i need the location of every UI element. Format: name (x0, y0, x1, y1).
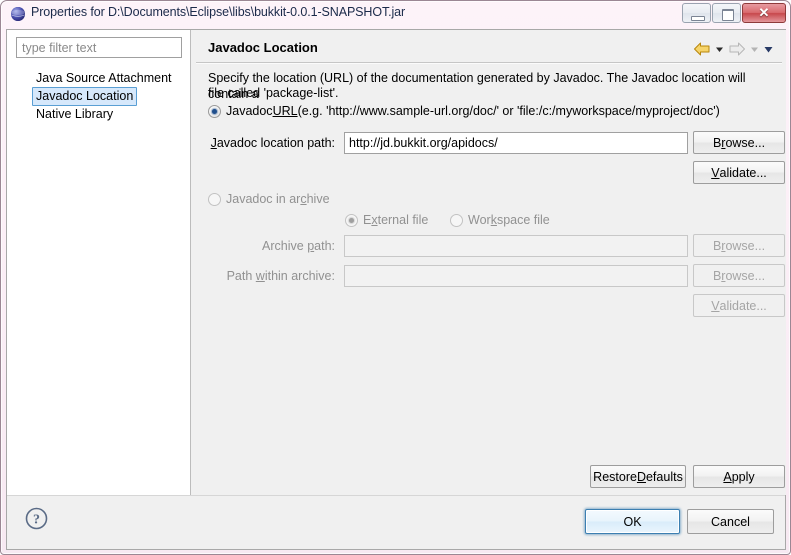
javadoc-archive-radio-row[interactable]: Javadoc in ar c hive (208, 192, 330, 206)
maximize-button[interactable] (712, 3, 741, 23)
page-content: Javadoc Location Specify the location (U… (192, 30, 786, 495)
archive-browse1-pre: B (712, 238, 722, 253)
minimize-button[interactable] (682, 3, 711, 23)
apply-mnemonic: A (723, 469, 732, 484)
help-question-icon[interactable]: ? (24, 506, 49, 531)
dialog-footer: ? OK Cancel (7, 495, 785, 549)
path-within-label-post: ithin archive: (264, 269, 335, 283)
archive-validate-button[interactable]: Validate... (693, 294, 785, 317)
browse-label-pre: B (712, 135, 722, 150)
workspace-file-label-pre: Wor (468, 213, 491, 227)
ok-button-label: OK (623, 514, 642, 529)
close-icon: ✕ (758, 5, 770, 20)
path-within-archive-label: Path within archive: (210, 269, 335, 283)
restore-defaults-pre: Restore (593, 469, 637, 484)
back-chevron-down-icon[interactable] (714, 41, 725, 57)
page-description-line-2: file called 'package-list'. (208, 86, 339, 100)
archive-validate-mnemonic: V (711, 298, 720, 313)
external-file-label-pre: E (363, 213, 372, 227)
javadoc-url-label-mnemonic: URL (272, 104, 298, 118)
archive-path-input[interactable] (344, 235, 688, 257)
archive-browse1-post: owse... (725, 238, 766, 253)
workspace-file-radio[interactable] (450, 213, 463, 227)
dialog-client-area: Java Source Attachment Javadoc Location … (6, 29, 786, 550)
close-button[interactable]: ✕ (742, 3, 786, 23)
forward-chevron-down-icon (751, 47, 758, 52)
back-arrow-icon[interactable] (693, 41, 711, 57)
external-file-radio[interactable] (345, 213, 358, 227)
cancel-button[interactable]: Cancel (687, 509, 774, 534)
javadoc-url-browse-button[interactable]: Br owse... (693, 131, 785, 154)
restore-defaults-mnemonic: D (636, 469, 646, 484)
restore-defaults-button[interactable]: Restore Defaults (590, 465, 686, 488)
page-navigation-bar (693, 41, 774, 57)
window-title: Properties for D:\Documents\Eclipse\libs… (31, 5, 406, 19)
external-file-label-post: ternal file (377, 213, 429, 227)
archive-path-label-post: ath: (314, 239, 335, 253)
ok-button[interactable]: OK (585, 509, 680, 534)
javadoc-location-path-input[interactable] (344, 132, 688, 154)
validate-label-post: alidate... (719, 165, 767, 180)
path-within-archive-browse-button[interactable]: Br owse... (693, 264, 785, 287)
tree-item-native-library[interactable]: Native Library (33, 106, 116, 123)
javadoc-archive-label-pre: Javadoc in ar (226, 192, 301, 206)
javadoc-url-label-post: (e.g. 'http://www.sample-url.org/doc/' o… (297, 104, 720, 118)
javadoc-url-validate-button[interactable]: Validate... (693, 161, 785, 184)
browse-label-post: owse... (725, 135, 766, 150)
javadoc-archive-label-post: hive (306, 192, 330, 206)
archive-validate-post: alidate... (719, 298, 767, 313)
archive-browse2-pre: B (712, 268, 722, 283)
page-menu-chevron-down-icon[interactable] (763, 41, 774, 57)
forward-arrow-icon (729, 42, 745, 56)
archive-path-browse-button[interactable]: Br owse... (693, 234, 785, 257)
archive-path-label-pre: Archive (262, 239, 308, 253)
path-within-archive-input[interactable] (344, 265, 688, 287)
workspace-file-radio-row[interactable]: Wor k space file (450, 213, 550, 227)
tree-item-java-source-attachment[interactable]: Java Source Attachment (33, 70, 175, 87)
tree-item-javadoc-location[interactable]: Javadoc Location (32, 87, 138, 106)
javadoc-url-radio-row[interactable]: Javadoc URL (e.g. 'http://www.sample-url… (208, 104, 720, 118)
path-within-label-mnemonic: w (255, 269, 265, 283)
workspace-file-label-post: space file (496, 213, 550, 227)
header-separator (196, 62, 782, 64)
apply-button[interactable]: Apply (693, 465, 785, 488)
title-bar[interactable]: Properties for D:\Documents\Eclipse\libs… (1, 1, 790, 28)
settings-tree-panel: Java Source Attachment Javadoc Location … (7, 30, 191, 495)
properties-dialog-window: Properties for D:\Documents\Eclipse\libs… (0, 0, 791, 555)
archive-path-label: Archive path: (210, 239, 335, 253)
eclipse-properties-sphere-icon (11, 7, 25, 21)
javadoc-archive-radio[interactable] (208, 192, 221, 206)
javadoc-location-path-label-rest: avadoc location path: (216, 136, 335, 150)
svg-text:?: ? (33, 513, 40, 528)
apply-post: pply (731, 469, 755, 484)
javadoc-url-label-pre: Javadoc (226, 104, 273, 118)
external-file-radio-row[interactable]: Ex ternal file (345, 213, 428, 227)
archive-browse2-post: owse... (725, 268, 766, 283)
cancel-button-label: Cancel (711, 514, 750, 529)
filter-input[interactable] (16, 37, 182, 58)
page-title: Javadoc Location (208, 40, 318, 55)
javadoc-location-path-label: Javadoc location path: (210, 136, 335, 150)
validate-label-mnemonic: V (711, 165, 720, 180)
path-within-label-pre: Path (226, 269, 256, 283)
restore-defaults-post: efaults (645, 469, 683, 484)
javadoc-url-radio[interactable] (208, 104, 221, 118)
